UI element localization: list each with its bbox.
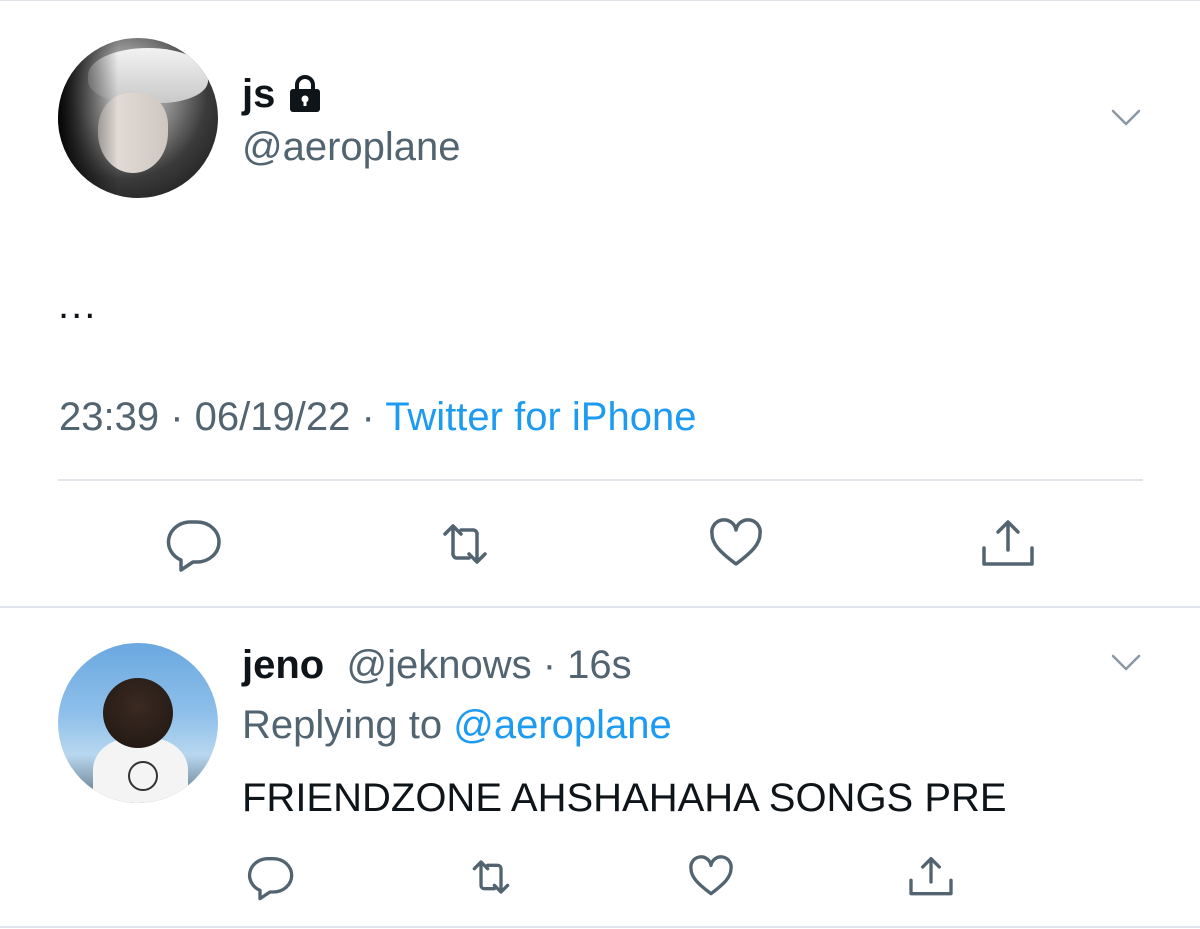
bottom-divider (0, 926, 1200, 928)
user-handle[interactable]: @aeroplane (242, 124, 461, 170)
tweet-text: ... (58, 283, 98, 327)
reply-icon (247, 857, 294, 901)
reply-button[interactable] (245, 852, 295, 902)
user-handle[interactable]: @jeknows (346, 643, 531, 687)
reply-icon (166, 520, 221, 572)
replying-to-label: Replying to (242, 703, 454, 747)
meta-separator: · (350, 395, 386, 439)
chevron-down-icon[interactable] (1111, 654, 1141, 672)
tweet-date: 06/19/22 (194, 395, 351, 439)
like-button[interactable] (706, 514, 766, 574)
tweet-text: FRIENDZONE AHSHAHAHA SONGS PRE (242, 776, 1007, 820)
share-icon (909, 857, 953, 896)
mention-link[interactable]: @aeroplane (453, 703, 672, 747)
lock-icon (287, 74, 323, 114)
meta-separator: · (159, 395, 195, 439)
retweet-button[interactable] (435, 514, 495, 574)
replying-to: Replying to @aeroplane (242, 702, 672, 748)
top-divider (0, 0, 1200, 1)
like-icon (710, 518, 762, 566)
reply-button[interactable] (163, 514, 223, 574)
tweet-meta: 23:39 · 06/19/22 · Twitter for iPhone (59, 393, 696, 441)
display-name[interactable]: jeno (242, 643, 324, 687)
tweet-time: 23:39 (59, 395, 160, 439)
retweet-button[interactable] (466, 852, 516, 902)
display-name-text[interactable]: js (242, 72, 275, 116)
share-button[interactable] (978, 514, 1038, 574)
retweet-icon (443, 524, 487, 564)
like-button[interactable] (686, 852, 736, 902)
tweet-thread: js @aeroplane ... 23:39 · 06/19/22 · Twi… (0, 0, 1200, 929)
like-icon (689, 855, 733, 896)
retweet-icon (472, 860, 510, 894)
reply-header: jeno @jeknows · 16s (242, 642, 632, 688)
share-icon (982, 520, 1034, 566)
divider (58, 479, 1143, 481)
tweet-source-link[interactable]: Twitter for iPhone (385, 395, 696, 439)
chevron-down-icon[interactable] (1111, 109, 1141, 127)
divider (0, 606, 1200, 608)
display-name[interactable]: js (242, 72, 323, 116)
avatar[interactable] (58, 643, 218, 803)
tweet-time[interactable]: 16s (567, 643, 632, 687)
avatar[interactable] (58, 38, 218, 198)
meta-separator: · (531, 643, 568, 687)
share-button[interactable] (906, 852, 956, 902)
